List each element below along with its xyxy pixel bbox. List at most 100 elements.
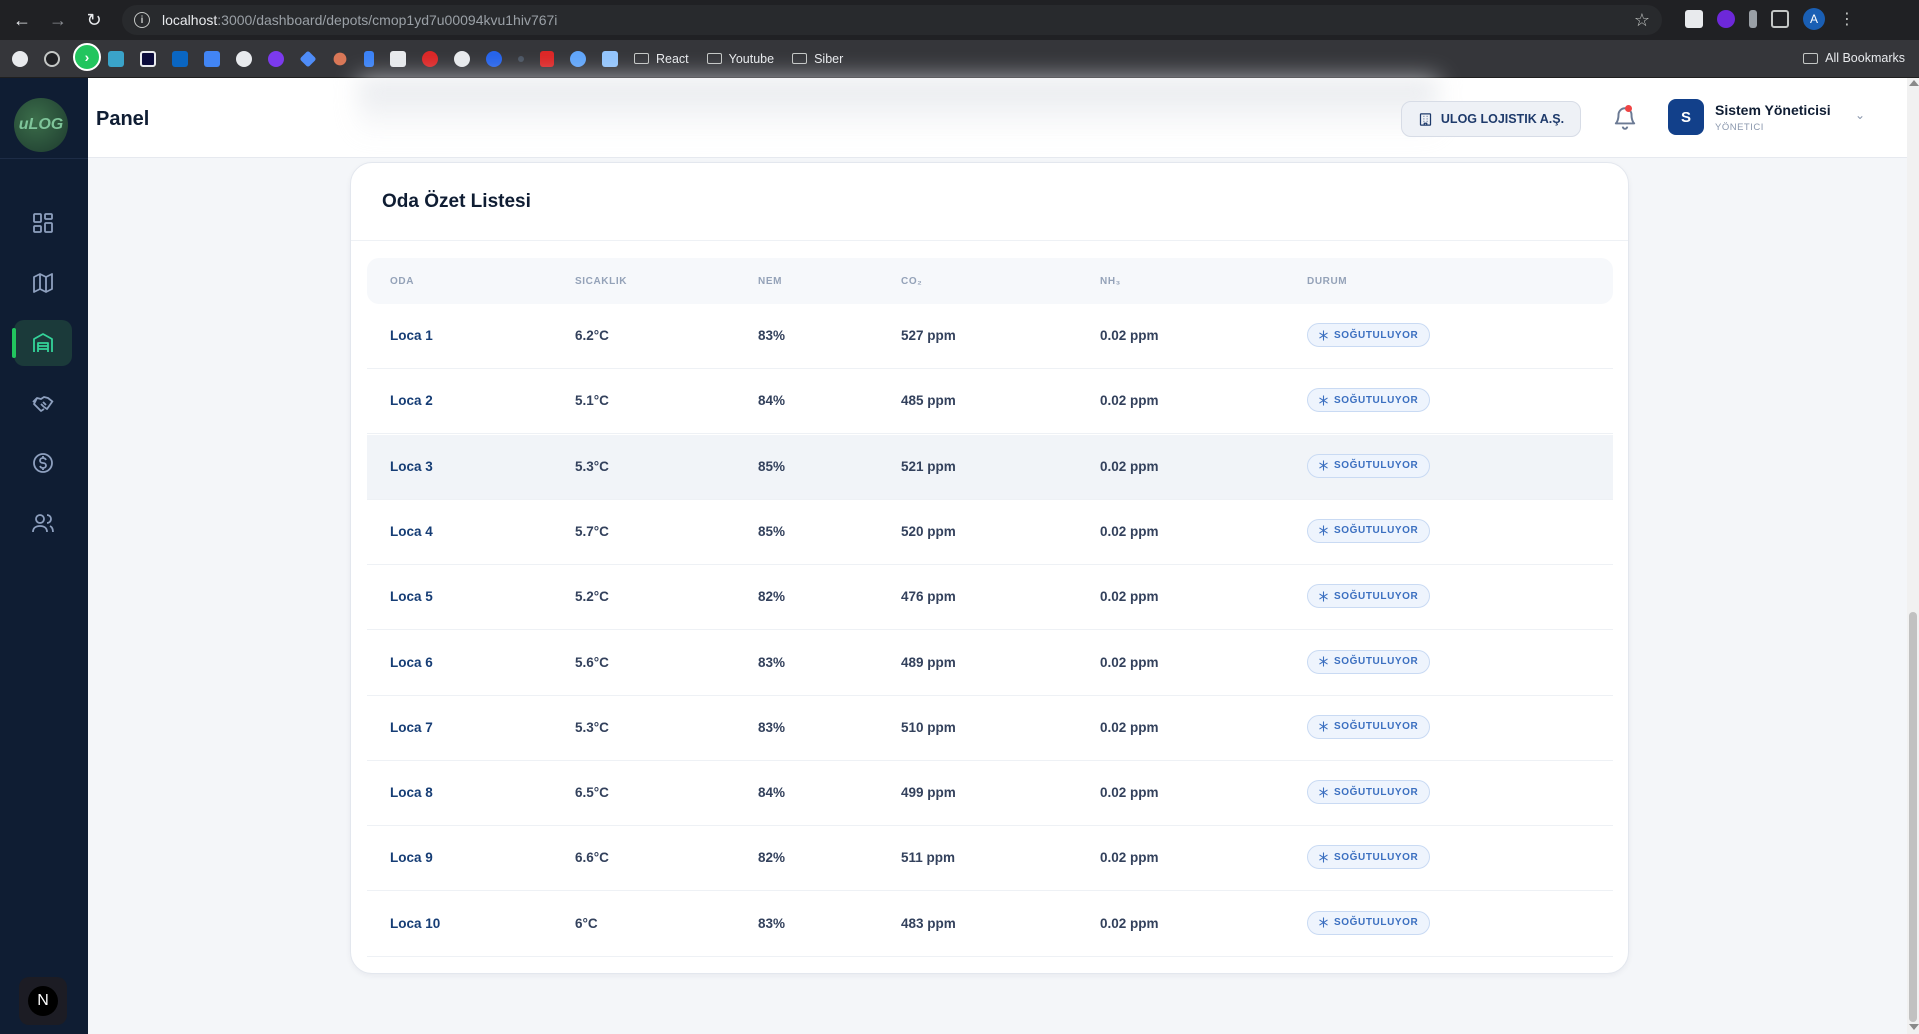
ulog-logo[interactable]: uLOG [14,98,68,152]
extension-icon[interactable] [1717,10,1735,28]
handshake-icon [32,396,54,412]
nextjs-dev-badge[interactable]: N [19,977,67,1025]
status-badge-label: SOĞUTULUYOR [1334,590,1419,602]
forward-icon[interactable]: → [44,6,72,34]
sidebar-item-depots[interactable] [12,320,72,366]
bookmark-folder-youtube[interactable]: Youtube [706,52,774,66]
back-icon[interactable]: ← [8,6,36,34]
snowflake-icon [1319,591,1328,602]
bookmark-favicon[interactable] [602,50,618,67]
user-avatar[interactable]: S [1668,99,1704,135]
humidity-value: 83% [758,328,786,343]
nextjs-logo-icon: N [28,986,58,1016]
table-row[interactable]: Loca 10 6°C 83% 483 ppm 0.02 ppm SOĞUTULUYOR [367,892,1613,957]
status-badge-label: SOĞUTULUYOR [1334,721,1419,733]
status-badge-label: SOĞUTULUYOR [1334,394,1419,406]
bookmark-folder-react[interactable]: React [634,52,689,66]
scrollbar-thumb[interactable] [1909,612,1917,1022]
bookmark-favicon[interactable] [140,50,156,67]
bookmark-favicon[interactable] [12,50,28,67]
bookmark-favicon[interactable] [570,50,586,67]
chevron-down-icon[interactable]: ⌄ [1855,108,1865,122]
table-row[interactable]: Loca 8 6.5°C 84% 499 ppm 0.02 ppm SOĞUTULUYOR [367,761,1613,827]
bookmark-favicon[interactable] [540,50,554,67]
bookmark-favicon[interactable] [44,50,60,67]
table-row[interactable]: Loca 4 5.7°C 85% 520 ppm 0.02 ppm SOĞUTULUYOR [367,500,1613,565]
sidebar: uLOG N [0,78,88,1034]
sidebar-expand-button[interactable]: › [73,43,101,71]
github-favicon[interactable] [236,50,252,67]
status-badge: SOĞUTULUYOR [1307,910,1431,935]
table-row[interactable]: Loca 9 6.6°C 82% 511 ppm 0.02 ppm SOĞUTULUYOR [367,826,1613,892]
table-row[interactable]: Loca 1 6.2°C 83% 527 ppm 0.02 ppm SOĞUTULUYOR [367,304,1613,369]
bookmark-favicon[interactable] [268,50,284,67]
bookmark-folder-siber[interactable]: Siber [792,52,843,66]
humidity-value: 83% [758,719,786,735]
temperature-value: 5.2°C [575,589,609,605]
table-row[interactable]: Loca 5 5.2°C 82% 476 ppm 0.02 ppm SOĞUTULUYOR [367,565,1613,631]
site-info-icon[interactable]: i [134,12,150,28]
bookmark-star-icon[interactable]: ☆ [1634,10,1650,31]
temperature-value: 6.2°C [575,328,609,343]
claude-favicon[interactable] [333,52,347,65]
sidebar-item-users[interactable] [14,500,72,546]
bookmark-favicon[interactable] [486,50,502,67]
reload-icon[interactable]: ↻ [80,6,108,34]
bookmark-favicon[interactable] [364,50,374,67]
bookmark-favicon[interactable] [454,50,470,67]
room-name-link[interactable]: Loca 9 [390,850,433,865]
status-badge: SOĞUTULUYOR [1307,780,1431,805]
humidity-value: 82% [758,589,786,605]
sidebar-item-partners[interactable] [14,380,72,426]
table-row[interactable]: Loca 6 5.6°C 83% 489 ppm 0.02 ppm SOĞUTULUYOR [367,631,1613,696]
linkedin-favicon[interactable] [172,50,188,67]
table-row[interactable]: Loca 3 5.3°C 85% 521 ppm 0.02 ppm SOĞUTULUYOR [367,434,1613,500]
humidity-value: 85% [758,458,786,474]
room-name-link[interactable]: Loca 2 [390,393,433,408]
profile-avatar[interactable]: A [1803,8,1825,30]
bookmark-folder-label: React [656,51,689,66]
bookmark-favicon[interactable] [390,50,406,67]
room-name-link[interactable]: Loca 4 [390,524,433,539]
all-bookmarks[interactable]: All Bookmarks [1803,51,1905,65]
snowflake-icon [1319,852,1328,863]
scroll-up-arrow-icon[interactable] [1909,80,1919,86]
temperature-value: 5.1°C [575,393,609,409]
room-name-link[interactable]: Loca 1 [390,328,433,343]
user-name[interactable]: Sistem Yöneticisi [1715,102,1831,118]
company-name: ULOG LOJISTIK A.Ş. [1440,112,1565,126]
browser-menu-icon[interactable]: ⋮ [1839,9,1855,29]
company-selector-button[interactable]: ULOG LOJISTIK A.Ş. [1401,101,1581,137]
room-name-link[interactable]: Loca 8 [390,785,433,800]
address-bar[interactable]: i localhost:3000/dashboard/depots/cmop1y… [122,5,1662,35]
sidebar-item-map[interactable] [14,260,72,306]
translate-favicon[interactable] [204,50,220,67]
folder-icon [706,53,722,64]
scroll-down-arrow-icon[interactable] [1909,1024,1919,1030]
table-row[interactable]: Loca 7 5.3°C 83% 510 ppm 0.02 ppm SOĞUTULUYOR [367,696,1613,761]
room-name-link[interactable]: Loca 5 [390,589,433,604]
sidebar-item-finance[interactable] [14,440,72,486]
temperature-value: 6.5°C [575,785,609,801]
extension-icon[interactable] [1749,10,1757,28]
table-row[interactable]: Loca 2 5.1°C 84% 485 ppm 0.02 ppm SOĞUTULUYOR [367,369,1613,435]
humidity-value: 83% [758,654,786,670]
humidity-value: 84% [758,785,786,801]
bookmark-favicon[interactable] [108,50,124,67]
bookmark-favicon[interactable] [518,55,524,62]
bookmark-favicon[interactable] [422,50,438,67]
status-badge: SOĞUTULUYOR [1307,323,1431,347]
room-name-link[interactable]: Loca 3 [390,459,433,474]
room-name-link[interactable]: Loca 6 [390,655,433,670]
gemini-favicon[interactable] [299,50,317,67]
room-name-link[interactable]: Loca 7 [390,720,433,735]
all-bookmarks-label: All Bookmarks [1825,51,1905,65]
extension-icon[interactable] [1685,10,1703,28]
room-name-link[interactable]: Loca 10 [390,916,440,931]
nh3-value: 0.02 ppm [1100,719,1159,735]
sidebar-item-dashboard[interactable] [14,200,72,246]
co2-value: 499 ppm [901,785,956,801]
humidity-value: 85% [758,523,786,539]
column-header-durum: DURUM [1307,276,1348,287]
extensions-puzzle-icon[interactable] [1771,10,1789,28]
